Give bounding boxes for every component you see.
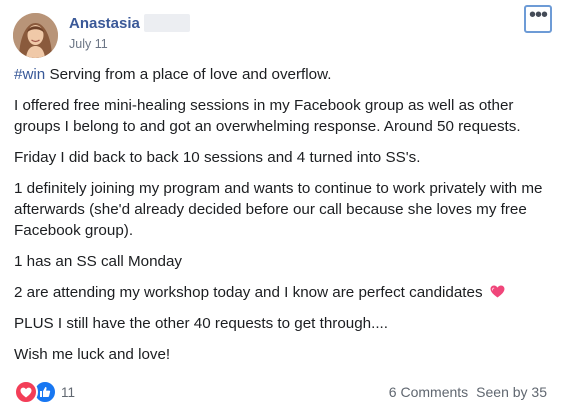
post-paragraph: 1 definitely joining my program and want…: [14, 180, 543, 239]
comments-link[interactable]: 6 Comments: [389, 384, 468, 400]
redacted-surname: [143, 14, 190, 32]
post-paragraph: Wish me luck and love!: [14, 346, 171, 363]
post-paragraph: PLUS I still have the other 40 requests …: [14, 315, 388, 332]
love-reaction-icon: [14, 380, 38, 404]
reactions-summary[interactable]: 11: [14, 380, 75, 404]
more-options-button[interactable]: •••: [524, 5, 552, 33]
seen-by-link[interactable]: Seen by 35: [476, 384, 547, 400]
author-avatar[interactable]: [13, 13, 58, 58]
post-date[interactable]: July 11: [69, 37, 108, 51]
post-paragraph-text: 2 are attending my workshop today and I …: [14, 284, 483, 301]
post-paragraph: Friday I did back to back 10 sessions an…: [14, 149, 421, 166]
post-paragraph: 1 has an SS call Monday: [14, 253, 183, 270]
post-intro-text: Serving from a place of love and overflo…: [45, 66, 332, 83]
more-options-icon: •••: [528, 4, 548, 26]
reaction-count: 11: [61, 384, 76, 400]
sparkling-heart-icon: [490, 285, 505, 298]
author-name-text[interactable]: Anastasia: [69, 15, 140, 32]
post-paragraph: #win Serving from a place of love and ov…: [14, 64, 554, 85]
post-stats: 6 Comments Seen by 35: [389, 384, 547, 400]
facebook-post: Anastasia July 11 ••• #win Serving from …: [0, 0, 561, 409]
post-paragraph: 2 are attending my workshop today and I …: [14, 282, 554, 303]
post-paragraph: I offered free mini-healing sessions in …: [14, 97, 521, 135]
post-body: #win Serving from a place of love and ov…: [14, 64, 554, 375]
author-name[interactable]: Anastasia: [69, 14, 190, 32]
hashtag-link[interactable]: #win: [14, 66, 45, 83]
